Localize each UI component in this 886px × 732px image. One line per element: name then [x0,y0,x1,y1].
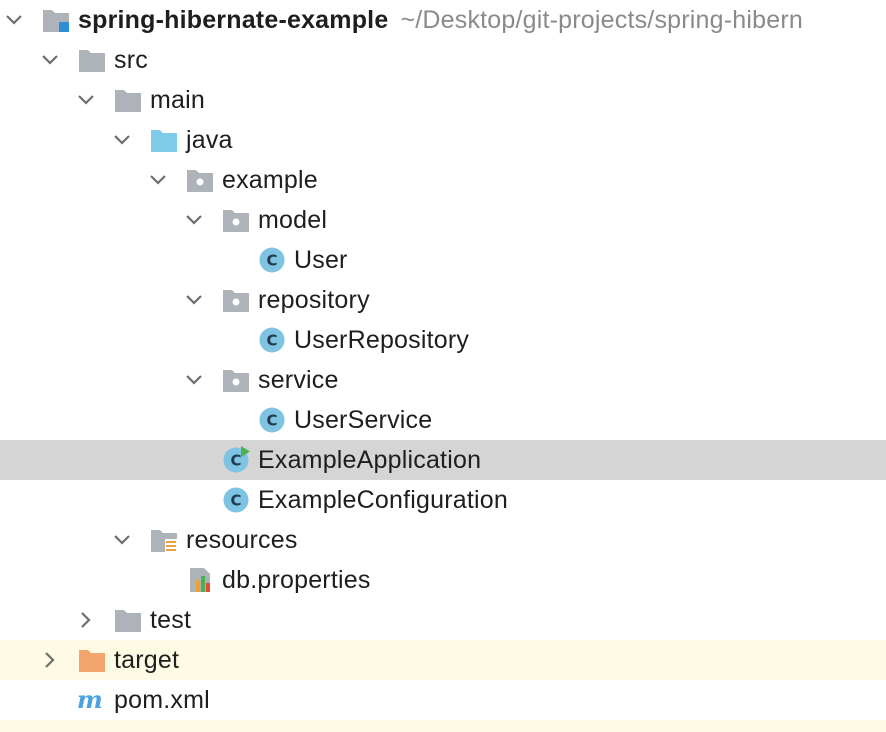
chevron-down-icon[interactable] [40,50,60,70]
tree-row-target[interactable]: target [0,640,886,680]
chevron-down-icon[interactable] [4,10,24,30]
node-label: test [150,606,192,634]
chevron-down-icon[interactable] [112,530,132,550]
resources-folder-icon [151,530,177,553]
tree-row-service[interactable]: service [0,360,886,400]
runnable-class-icon: C [223,446,250,473]
package-icon [223,210,249,232]
chevron-right-icon[interactable] [40,650,60,670]
node-label: UserService [294,406,433,434]
package-icon [223,290,249,312]
tree-row-src[interactable]: src [0,40,886,80]
tree-row-test[interactable]: test [0,600,886,640]
java-class-icon: C [259,407,285,433]
node-label: User [294,246,348,274]
tree-row-java[interactable]: java [0,120,886,160]
tree-row-example-application[interactable]: C ExampleApplication [0,440,886,480]
folder-icon [79,50,105,72]
node-label: java [186,126,233,154]
package-icon [187,170,213,192]
tree-row-partial [0,720,886,732]
svg-text:C: C [266,252,277,270]
node-label: UserRepository [294,326,470,354]
properties-file-icon [190,568,210,592]
node-label: pom.xml [114,686,210,714]
tree-row-example[interactable]: example [0,160,886,200]
chevron-down-icon[interactable] [184,290,204,310]
tree-row-user-service[interactable]: C UserService [0,400,886,440]
tree-row-resources[interactable]: resources [0,520,886,560]
maven-icon: m [77,686,103,714]
tree-row-user[interactable]: C User [0,240,886,280]
java-class-icon: C [259,327,285,353]
tree-row-user-repository[interactable]: C UserRepository [0,320,886,360]
java-class-icon: C [223,487,249,513]
node-label: src [114,46,148,74]
source-folder-icon [151,130,177,152]
node-label: target [114,646,180,674]
chevron-down-icon[interactable] [76,90,96,110]
node-label: main [150,86,205,114]
node-label: model [258,206,328,234]
svg-text:C: C [266,332,277,350]
svg-text:C: C [230,492,241,510]
chevron-right-icon[interactable] [76,610,96,630]
svg-text:m: m [77,686,103,714]
chevron-down-icon[interactable] [148,170,168,190]
chevron-down-icon[interactable] [184,210,204,230]
node-label: db.properties [222,566,371,594]
folder-icon [115,610,141,632]
tree-row-main[interactable]: main [0,80,886,120]
node-label: repository [258,286,370,314]
node-label: service [258,366,339,394]
folder-icon [115,90,141,112]
tree-row-db-properties[interactable]: db.properties [0,560,886,600]
package-icon [223,370,249,392]
tree-row-repository[interactable]: repository [0,280,886,320]
chevron-down-icon[interactable] [184,370,204,390]
tree-row-project[interactable]: spring-hibernate-example ~/Desktop/git-pr… [0,0,886,40]
tree-row-pom[interactable]: m pom.xml [0,680,886,720]
node-label: example [222,166,318,194]
chevron-down-icon[interactable] [112,130,132,150]
java-class-icon: C [259,247,285,273]
svg-text:C: C [266,412,277,430]
node-label: ExampleApplication [258,446,482,474]
node-label: ExampleConfiguration [258,486,508,514]
excluded-folder-icon [79,650,105,672]
tree-row-example-configuration[interactable]: C ExampleConfiguration [0,480,886,520]
tree-row-model[interactable]: model [0,200,886,240]
module-folder-icon [43,10,69,32]
project-tree: spring-hibernate-example ~/Desktop/git-pr… [0,0,886,732]
project-path: ~/Desktop/git-projects/spring-hibern [400,6,803,34]
project-name: spring-hibernate-example ~/Desktop/git-pr… [78,6,803,34]
svg-text:C: C [230,452,241,470]
node-label: resources [186,526,298,554]
